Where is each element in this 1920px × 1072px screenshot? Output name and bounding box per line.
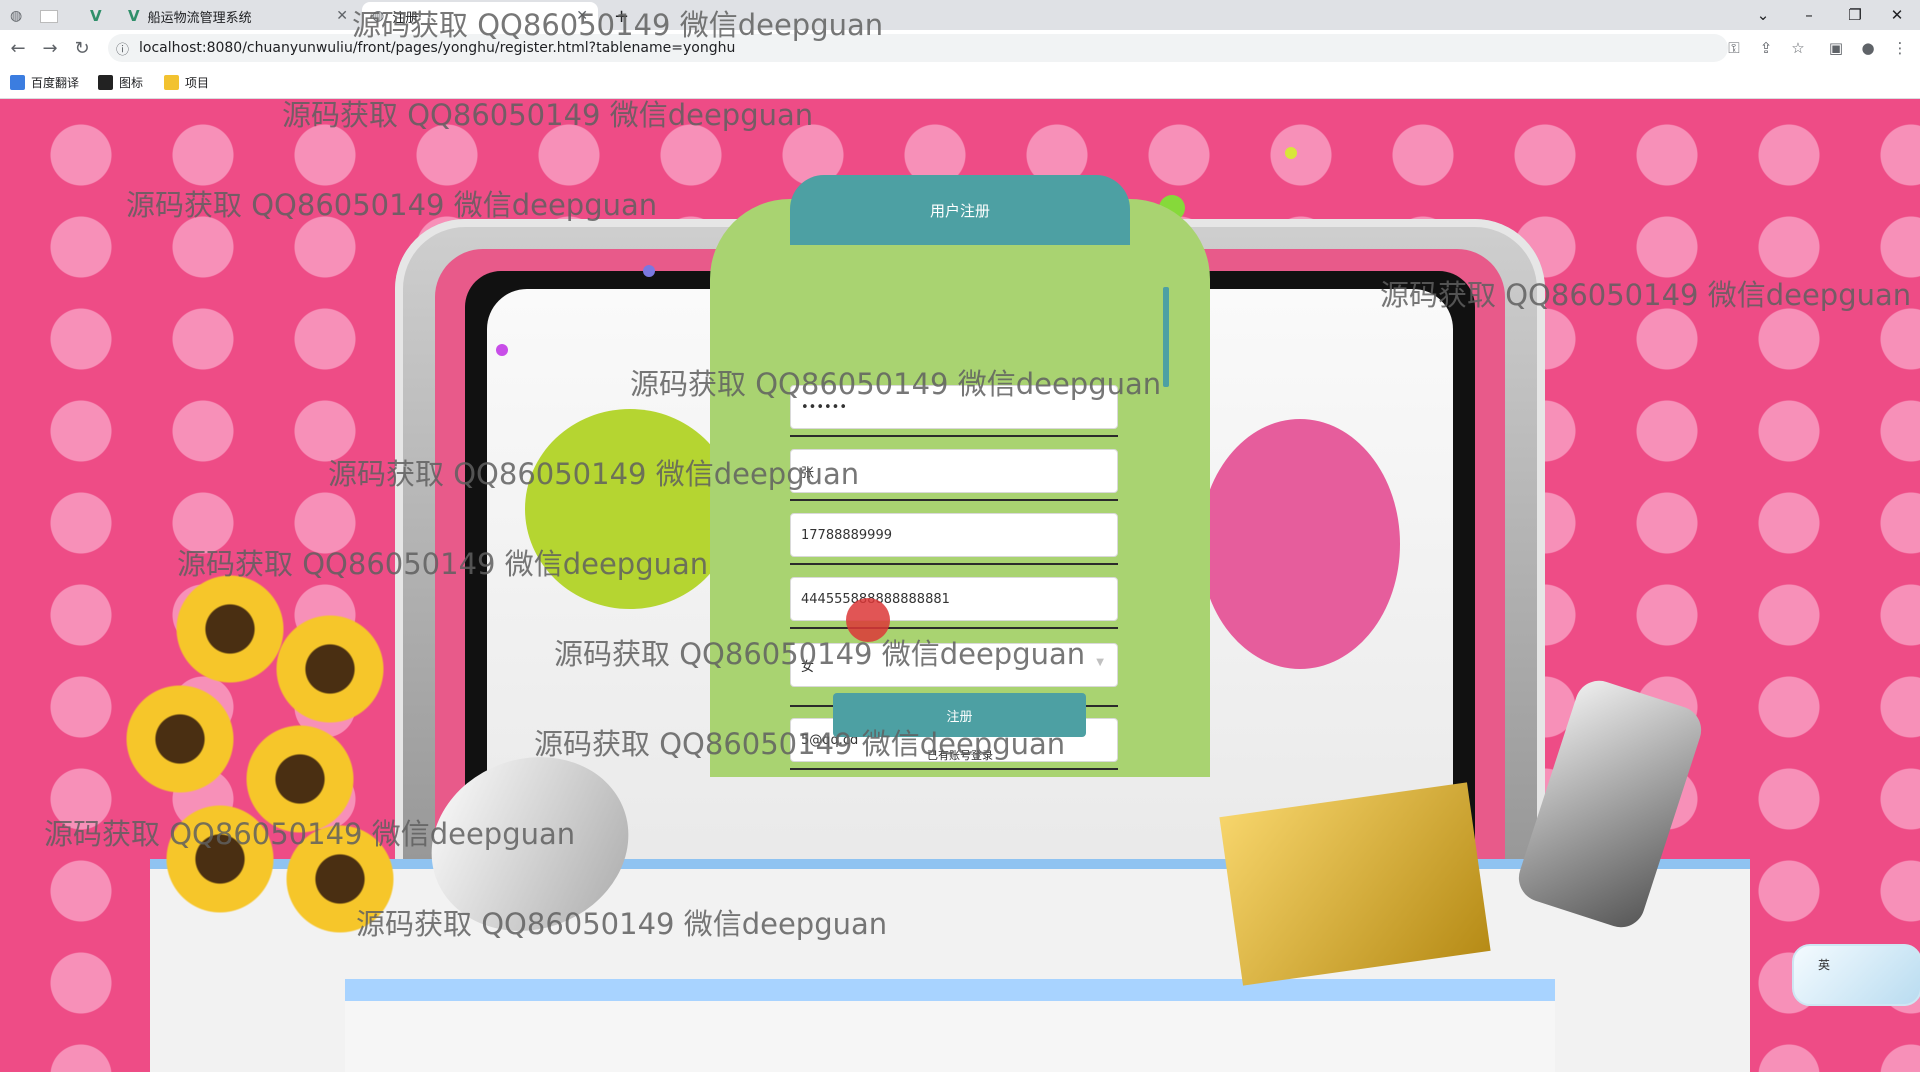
- watermark-text: 源码获取 QQ86050149 微信deepguan: [554, 637, 1086, 671]
- vue-logo-icon: V: [128, 7, 140, 25]
- watermark-text: 源码获取 QQ86050149 微信deepguan: [44, 817, 576, 851]
- field-divider: [790, 768, 1118, 770]
- reload-button[interactable]: ↻: [70, 36, 94, 60]
- bookmark-baidu-translate[interactable]: 百度翻译: [10, 72, 79, 92]
- forward-button[interactable]: →: [38, 36, 62, 60]
- bookmark-icons[interactable]: 图标: [98, 72, 143, 92]
- decor-dot: [643, 265, 655, 277]
- address-bar[interactable]: ⓘ localhost:8080/chuanyunwuliu/front/pag…: [108, 34, 1728, 62]
- watermark-text: 源码获取 QQ86050149 微信deepguan: [630, 367, 1162, 401]
- field-divider: [790, 563, 1118, 565]
- bookmark-label: 百度翻译: [31, 75, 80, 90]
- sunflowers-illustration: [100, 569, 430, 949]
- folder-icon: [164, 74, 179, 90]
- pink-speech-bubble: [1200, 419, 1400, 669]
- watermark-text: 源码获取 QQ86050149 微信deepguan: [282, 98, 814, 132]
- tab-title: 船运物流管理系统: [147, 10, 252, 26]
- tab-strip: ◍ V V 船运物流管理系统 ✕ ◍ 注册 ✕ + ⌄ – ❐ ✕: [0, 0, 1920, 30]
- bookmark-label: 项目: [185, 75, 210, 90]
- site-info-icon[interactable]: ⓘ: [116, 39, 129, 58]
- close-window-button[interactable]: ✕: [1874, 0, 1920, 30]
- field-divider: [790, 627, 1118, 629]
- decor-dot: [496, 344, 508, 356]
- close-tab-icon[interactable]: ✕: [336, 8, 348, 24]
- phone-field[interactable]: [790, 513, 1118, 565]
- tab-shipping-system[interactable]: V 船运物流管理系统 ✕: [128, 2, 358, 30]
- browser-toolbar: ← → ↻ ⓘ localhost:8080/chuanyunwuliu/fro…: [0, 30, 1920, 66]
- tab-pinned-3[interactable]: V: [90, 2, 120, 30]
- tab-pinned-2[interactable]: [40, 2, 70, 30]
- watermark-text: 源码获取 QQ86050149 微信deepguan: [356, 907, 888, 941]
- tab-search-button[interactable]: ⌄: [1740, 0, 1786, 30]
- sunflower: [120, 679, 240, 799]
- profile-icon[interactable]: ●: [1856, 36, 1880, 60]
- globe-icon: ◍: [10, 8, 23, 24]
- share-icon[interactable]: ⇪: [1754, 36, 1778, 60]
- chevron-down-icon: ▼: [1096, 657, 1104, 668]
- watermark-text: 源码获取 QQ86050149 微信deepguan: [1380, 278, 1912, 312]
- phone-input[interactable]: [790, 513, 1118, 557]
- ime-mode-label: 英: [1818, 958, 1831, 972]
- gold-gift-illustration: [1219, 782, 1491, 986]
- side-panel-icon[interactable]: ▣: [1824, 36, 1848, 60]
- watermark-text: 源码获取 QQ86050149 微信deepguan: [126, 188, 658, 222]
- password-key-icon[interactable]: ⚿: [1722, 36, 1746, 60]
- image-icon: [98, 74, 113, 90]
- watermark-text: 源码获取 QQ86050149 微信deepguan: [534, 727, 1066, 761]
- id-card-input[interactable]: [790, 577, 1118, 621]
- translate-icon: [10, 74, 25, 90]
- form-scrollbar[interactable]: [1163, 287, 1169, 387]
- restore-button[interactable]: ❐: [1832, 0, 1878, 30]
- field-divider: [790, 435, 1118, 437]
- bookmark-project[interactable]: 项目: [164, 72, 209, 92]
- menu-icon[interactable]: ⋮: [1888, 36, 1912, 60]
- bookmark-star-icon[interactable]: ☆: [1786, 36, 1810, 60]
- bookmark-label: 图标: [119, 75, 144, 90]
- id-card-field[interactable]: [790, 577, 1118, 629]
- sunflower: [270, 609, 390, 729]
- watermark-text: 源码获取 QQ86050149 微信deepguan: [177, 547, 709, 581]
- field-divider: [790, 499, 1118, 501]
- back-button[interactable]: ←: [6, 36, 30, 60]
- minimize-button[interactable]: –: [1786, 0, 1832, 30]
- watermark-text: 源码获取 QQ86050149 微信deepguan: [328, 457, 860, 491]
- blank-page-icon: [40, 9, 58, 23]
- watermark-text: 源码获取 QQ86050149 微信deepguan: [352, 8, 884, 42]
- gift-box-front: [345, 979, 1555, 1072]
- vue-logo-icon: V: [90, 7, 102, 25]
- register-title: 用户注册: [790, 175, 1130, 245]
- decor-dot: [1285, 147, 1297, 159]
- ime-widget[interactable]: 英: [1792, 944, 1920, 1006]
- tab-pinned-1[interactable]: ◍: [10, 2, 38, 30]
